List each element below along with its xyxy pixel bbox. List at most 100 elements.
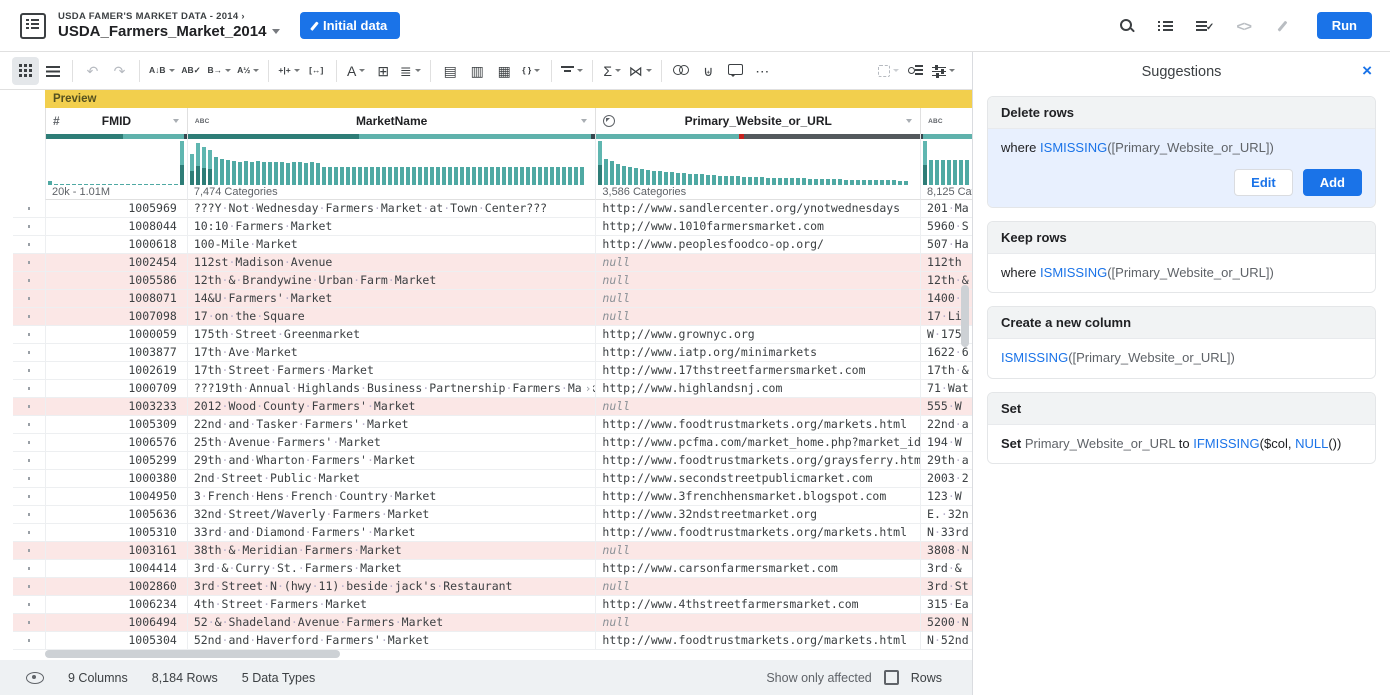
row-gutter[interactable] <box>13 470 45 488</box>
edit-button[interactable]: Edit <box>1234 169 1293 196</box>
suggestion-expression[interactable]: Set Primary_Website_or_URL to IFMISSING(… <box>988 425 1375 464</box>
number-format-button[interactable]: A½ <box>234 57 262 85</box>
row-gutter[interactable] <box>13 596 45 614</box>
column-menu-icon[interactable] <box>906 119 912 123</box>
unpivot-button[interactable]: ▥ <box>464 57 491 85</box>
row-gutter[interactable] <box>13 560 45 578</box>
cell-url[interactable]: null <box>595 254 920 272</box>
column-menu-icon[interactable] <box>173 119 179 123</box>
vertical-scrollbar[interactable] <box>961 285 969 347</box>
cell-url[interactable]: null <box>595 272 920 290</box>
lookup-button[interactable] <box>668 57 695 85</box>
cell-marketname[interactable]: 17·on·the·Square <box>187 308 596 326</box>
grid-view-button[interactable] <box>12 57 39 85</box>
row-gutter[interactable] <box>13 416 45 434</box>
suggestion-expression[interactable]: ISMISSING([Primary_Website_or_URL]) <box>988 339 1375 378</box>
view-options-button[interactable] <box>929 57 958 85</box>
cell-street[interactable]: 507·Ha <box>920 236 972 254</box>
selection-button[interactable] <box>875 57 902 85</box>
row-gutter[interactable] <box>13 434 45 452</box>
cell-street[interactable]: 22nd·a <box>920 416 972 434</box>
cell-street[interactable]: 3rd·& <box>920 560 972 578</box>
row-gutter[interactable] <box>13 236 45 254</box>
cell-fmid[interactable]: 1008044 <box>45 218 187 236</box>
rows-count[interactable]: 8,184 Rows <box>152 671 218 685</box>
cell-fmid[interactable]: 1000709 <box>45 380 187 398</box>
text-format-button[interactable]: A <box>343 57 370 85</box>
cell-street[interactable]: 112th <box>920 254 972 272</box>
cell-marketname[interactable]: 100-Mile·Market <box>187 236 596 254</box>
search-icon[interactable] <box>1116 15 1138 37</box>
cell-fmid[interactable]: 1002860 <box>45 578 187 596</box>
columns-count[interactable]: 9 Columns <box>68 671 128 685</box>
move-column-button[interactable]: B→ <box>205 57 235 85</box>
cell-url[interactable]: http://www.secondstreetpublicmarket.com <box>595 470 920 488</box>
cell-fmid[interactable]: 1003877 <box>45 344 187 362</box>
cell-marketname[interactable]: 12th·&·Brandywine·Urban·Farm·Market <box>187 272 596 290</box>
cell-marketname[interactable]: 52nd·and·Haverford·Farmers'·Market <box>187 632 596 650</box>
row-view-button[interactable] <box>39 57 66 85</box>
row-gutter[interactable] <box>13 506 45 524</box>
cell-street[interactable]: 5200·N <box>920 614 972 632</box>
cell-street[interactable]: 201·Ma <box>920 200 972 218</box>
cell-marketname[interactable]: 33rd·and·Diamond·Farmers'·Market <box>187 524 596 542</box>
cell-marketname[interactable]: ???19th·Annual·Highlands·Business·Partne… <box>187 380 596 398</box>
cell-marketname[interactable]: 17th·Street·Farmers·Market <box>187 362 596 380</box>
cell-url[interactable]: http://www.3frenchhensmarket.blogspot.co… <box>595 488 920 506</box>
cell-street[interactable]: 123·W <box>920 488 972 506</box>
breadcrumb[interactable]: USDA FAMER'S MARKET DATA - 2014 › <box>58 11 280 22</box>
union-button[interactable]: ⊎ <box>695 57 722 85</box>
validate-button[interactable]: AB✓ <box>178 57 205 85</box>
cell-marketname[interactable]: ???Y·Not·Wednesday·Farmers·Market·at·Tow… <box>187 200 596 218</box>
comment-button[interactable] <box>722 57 749 85</box>
row-gutter[interactable] <box>13 344 45 362</box>
cell-fmid[interactable]: 1005969 <box>45 200 187 218</box>
datatypes-count[interactable]: 5 Data Types <box>242 671 315 685</box>
row-gutter[interactable] <box>13 578 45 596</box>
cell-url[interactable]: http://www.32ndstreetmarket.org <box>595 506 920 524</box>
cell-url[interactable]: http://www.peoplesfoodco-op.org/ <box>595 236 920 254</box>
cell-url[interactable]: http://www.iatp.org/minimarkets <box>595 344 920 362</box>
row-gutter[interactable] <box>13 272 45 290</box>
functions-button[interactable]: { } <box>518 57 545 85</box>
cell-marketname[interactable]: 14&U·Farmers'·Market <box>187 290 596 308</box>
suggestion-card[interactable]: Delete rowswhere ISMISSING([Primary_Webs… <box>987 96 1376 208</box>
cell-marketname[interactable]: 52·&·Shadeland·Avenue·Farmers·Market <box>187 614 596 632</box>
cell-marketname[interactable]: 3rd·Street·N·(hwy·11)·beside·jack's·Rest… <box>187 578 596 596</box>
cell-url[interactable]: http://www.carsonfarmersmarket.com <box>595 560 920 578</box>
cell-fmid[interactable]: 1000618 <box>45 236 187 254</box>
cell-fmid[interactable]: 1003161 <box>45 542 187 560</box>
cell-url[interactable]: http://www.pcfma.com/market_home.php?mar… <box>595 434 920 452</box>
cell-street[interactable]: 2003·2 <box>920 470 972 488</box>
cell-marketname[interactable]: 38th·&·Meridian·Farmers·Market <box>187 542 596 560</box>
cell-fmid[interactable]: 1002619 <box>45 362 187 380</box>
cell-marketname[interactable]: 2nd·Street·Public·Market <box>187 470 596 488</box>
cell-url[interactable]: http;//www.grownyc.org <box>595 326 920 344</box>
row-gutter[interactable] <box>13 218 45 236</box>
cell-street[interactable]: 71·Wat <box>920 380 972 398</box>
row-gutter[interactable] <box>13 542 45 560</box>
suggestion-expression[interactable]: where ISMISSING([Primary_Website_or_URL]… <box>988 254 1375 293</box>
row-gutter[interactable] <box>13 326 45 344</box>
cell-fmid[interactable]: 1005636 <box>45 506 187 524</box>
cell-url[interactable]: http;//www.1010farmersmarket.com <box>595 218 920 236</box>
cell-fmid[interactable]: 1007098 <box>45 308 187 326</box>
cell-url[interactable]: null <box>595 614 920 632</box>
cell-url[interactable]: null <box>595 290 920 308</box>
suggestion-expression[interactable]: where ISMISSING([Primary_Website_or_URL]… <box>988 129 1375 207</box>
cell-fmid[interactable]: 1005586 <box>45 272 187 290</box>
cell-fmid[interactable]: 1003233 <box>45 398 187 416</box>
recipe-list-icon[interactable] <box>1155 15 1177 37</box>
cell-fmid[interactable]: 1002454 <box>45 254 187 272</box>
transpose-button[interactable]: ▦ <box>491 57 518 85</box>
suggestion-card[interactable]: SetSet Primary_Website_or_URL to IFMISSI… <box>987 392 1376 465</box>
row-gutter[interactable] <box>13 614 45 632</box>
cell-street[interactable]: N·33rd <box>920 524 972 542</box>
cell-fmid[interactable]: 1008071 <box>45 290 187 308</box>
close-icon[interactable]: × <box>1362 61 1372 81</box>
profile-button[interactable] <box>902 57 929 85</box>
aggregate-button[interactable]: Σ <box>599 57 626 85</box>
more-button[interactable]: ⋯ <box>749 57 776 85</box>
initial-data-button[interactable]: Initial data <box>300 12 400 39</box>
filter-rows-button[interactable] <box>558 57 586 85</box>
